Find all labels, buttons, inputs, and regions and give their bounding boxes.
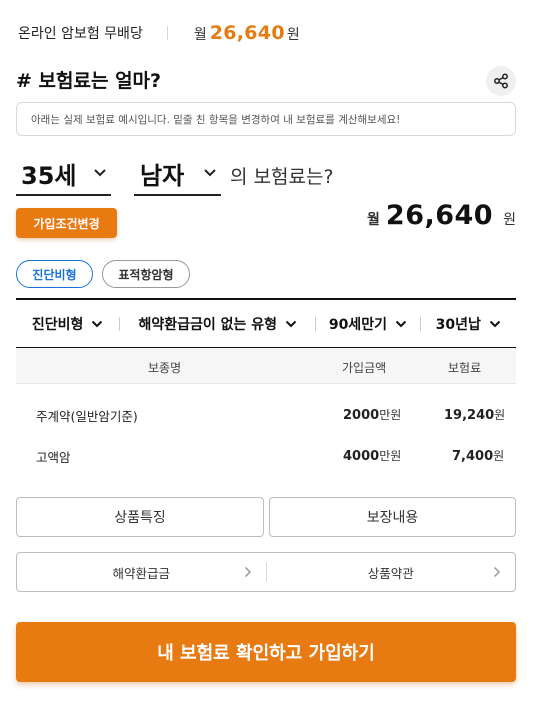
section-title: # 보험료는 얼마? <box>16 70 162 92</box>
check-and-subscribe-button[interactable]: 내 보험료 확인하고 가입하기 <box>16 622 516 682</box>
share-button[interactable] <box>486 66 516 96</box>
price-suffix: 원 <box>286 27 300 43</box>
chevron-down-icon <box>92 320 103 327</box>
amount-value: 2000 <box>343 408 380 423</box>
premium-unit: 원 <box>493 449 505 463</box>
terms-link[interactable]: 상품약관 <box>267 553 516 591</box>
chip-targeted-therapy-type[interactable]: 표적항암형 <box>102 260 190 288</box>
chevron-down-icon <box>94 169 106 177</box>
coverage-premium: 7,400원 <box>452 447 504 464</box>
coverage-name: 고액암 <box>36 450 71 465</box>
coverage-amount: 2000만원 <box>343 406 401 423</box>
col-amount: 가입금액 <box>342 361 387 375</box>
premium-suffix: 원 <box>503 212 516 228</box>
refund-link[interactable]: 해약환급금 <box>17 553 266 591</box>
gender-value: 남자 <box>140 161 185 190</box>
age-value: 35세 <box>21 161 77 190</box>
coverage-details-button[interactable]: 보장내용 <box>269 497 516 537</box>
table-row: 고액암 4000만원 7,400원 <box>16 441 516 471</box>
option-maturity[interactable]: 90세만기 <box>316 300 419 347</box>
chevron-right-icon <box>244 566 251 578</box>
premium-prefix: 월 <box>367 212 380 228</box>
document-links: 해약환급금 상품약관 <box>16 552 516 592</box>
top-summary-bar: 온라인 암보험 무배당 월 26,640 원 <box>16 18 516 48</box>
chip-diagnosis-type[interactable]: 진단비형 <box>16 260 93 288</box>
options-bar: 진단비형 해약환급금이 없는 유형 90세만기 30년납 <box>16 298 516 348</box>
option-label: 90세만기 <box>328 316 387 333</box>
gender-select[interactable]: 남자 <box>134 152 221 196</box>
product-features-button[interactable]: 상품특징 <box>16 497 264 537</box>
notice-box: 아래는 실제 보험료 예시입니다. 밑줄 친 항목을 변경하여 내 보험료를 계… <box>16 102 516 136</box>
change-conditions-button[interactable]: 가입조건변경 <box>16 208 117 238</box>
price-prefix: 월 <box>193 27 207 43</box>
table-row: 주계약(일반암기준) 2000만원 19,240원 <box>16 400 516 430</box>
option-label: 해약환급금이 없는 유형 <box>138 316 278 333</box>
table-header: 보종명 가입금액 보험료 <box>16 348 516 384</box>
chevron-down-icon <box>395 320 407 327</box>
divider <box>166 26 168 40</box>
premium-unit: 원 <box>494 408 506 422</box>
option-payment-period[interactable]: 30년납 <box>421 300 516 347</box>
amount-value: 4000 <box>343 449 380 464</box>
chevron-down-icon <box>285 320 297 327</box>
col-premium: 보험료 <box>448 361 482 375</box>
coverage-premium: 19,240원 <box>444 406 505 423</box>
col-coverage-name: 보종명 <box>148 361 182 375</box>
coverage-name: 주계약(일반암기준) <box>36 409 138 424</box>
chevron-down-icon <box>204 169 216 177</box>
option-label: 30년납 <box>435 316 481 333</box>
terms-link-label: 상품약관 <box>367 565 414 581</box>
top-monthly-price: 월 26,640 원 <box>194 22 300 44</box>
chevron-down-icon <box>489 320 501 327</box>
coverage-amount: 4000만원 <box>343 447 401 464</box>
monthly-premium: 월 26,640 원 <box>355 200 516 231</box>
refund-link-label: 해약환급금 <box>112 565 170 581</box>
premium-value: 26,640 <box>355 200 500 231</box>
age-select[interactable]: 35세 <box>16 152 111 196</box>
premium-value: 7,400 <box>452 449 494 464</box>
amount-unit: 만원 <box>379 449 402 463</box>
product-name: 온라인 암보험 무배당 <box>16 23 145 47</box>
option-label: 진단비형 <box>31 316 84 333</box>
price-value: 26,640 <box>209 22 285 44</box>
chevron-right-icon <box>493 566 501 578</box>
option-refund-type[interactable]: 해약환급금이 없는 유형 <box>120 300 315 347</box>
share-icon <box>494 73 508 89</box>
premium-value: 19,240 <box>444 408 495 423</box>
premium-question: 의 보험료는? <box>230 166 334 188</box>
option-plan-type[interactable]: 진단비형 <box>16 300 119 347</box>
amount-unit: 만원 <box>379 408 402 422</box>
